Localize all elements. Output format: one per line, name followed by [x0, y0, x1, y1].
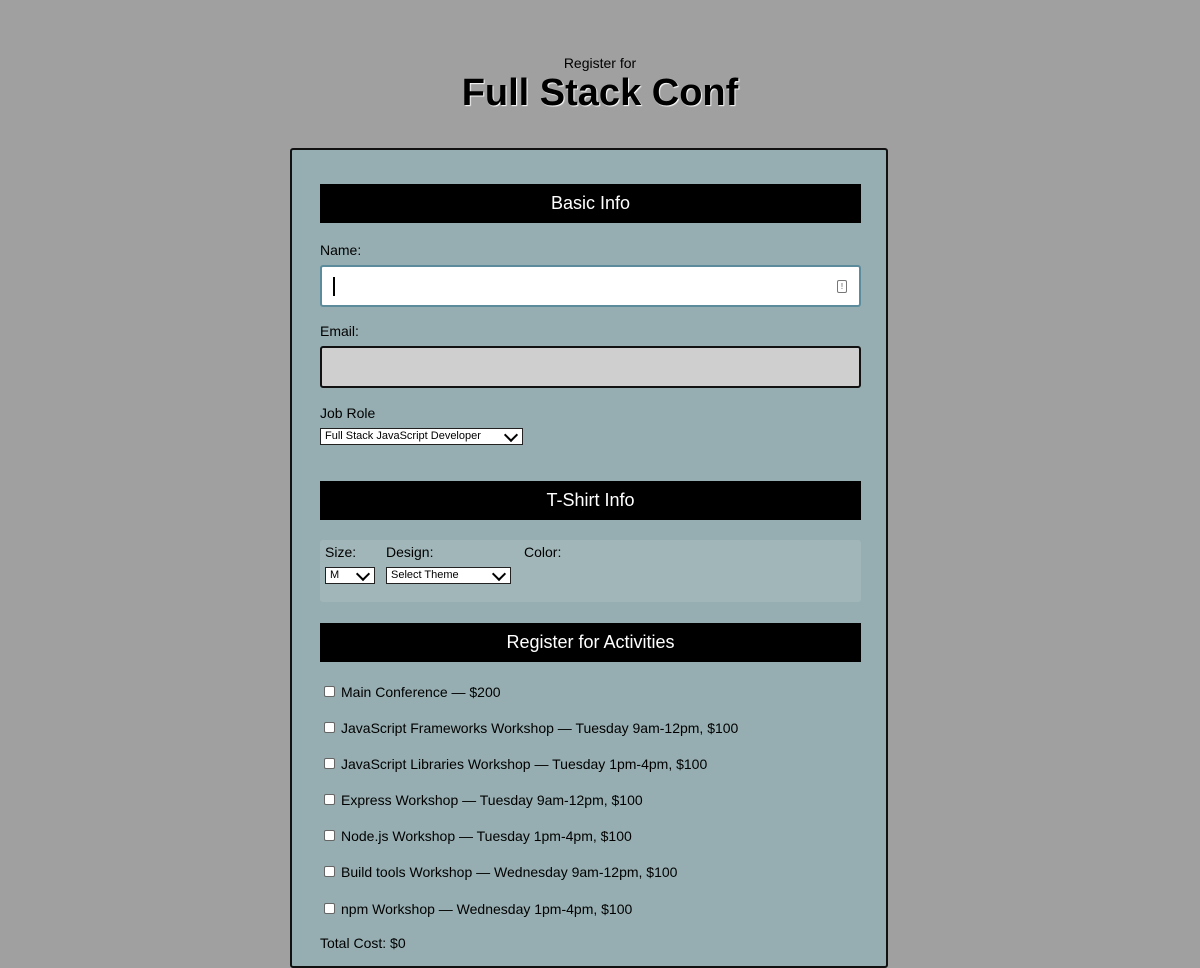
text-caret	[333, 277, 335, 296]
activity-checkbox[interactable]	[324, 903, 335, 914]
chevron-down-icon	[503, 429, 519, 443]
activity-label: Main Conference — $200	[341, 684, 501, 700]
total-cost: Total Cost: $0	[320, 935, 406, 951]
design-select[interactable]: Select Theme	[386, 567, 511, 584]
job-role-selected-value: Full Stack JavaScript Developer	[325, 430, 481, 442]
activity-label: Express Workshop — Tuesday 9am-12pm, $10…	[341, 792, 643, 808]
activity-checkbox[interactable]	[324, 758, 335, 769]
activity-label: JavaScript Libraries Workshop — Tuesday …	[341, 756, 708, 772]
size-label: Size:	[325, 544, 357, 560]
registration-form: Basic Info Name: ! Email: Job Role Full …	[290, 148, 888, 968]
page-title: Full Stack Conf	[461, 72, 739, 114]
name-label: Name:	[320, 242, 362, 258]
email-label: Email:	[320, 323, 359, 339]
activities-heading: Register for Activities	[320, 623, 861, 662]
autofill-contact-icon[interactable]: !	[837, 280, 847, 293]
design-selected-value: Select Theme	[391, 569, 459, 581]
tshirt-info-heading: T-Shirt Info	[320, 481, 861, 520]
color-label: Color:	[524, 544, 562, 560]
page-subtitle: Register for	[563, 55, 637, 71]
activity-label: Node.js Workshop — Tuesday 1pm-4pm, $100	[341, 828, 632, 844]
activity-label: JavaScript Frameworks Workshop — Tuesday…	[341, 720, 739, 736]
activity-checkbox[interactable]	[324, 794, 335, 805]
activity-checkbox[interactable]	[324, 722, 335, 733]
name-field[interactable]: !	[320, 265, 861, 307]
activity-checkbox[interactable]	[324, 830, 335, 841]
chevron-down-icon	[355, 568, 371, 582]
basic-info-heading: Basic Info	[320, 184, 861, 223]
activity-label: npm Workshop — Wednesday 1pm-4pm, $100	[341, 901, 633, 917]
tshirt-options-panel: Size: M Design: Select Theme Color:	[320, 540, 861, 602]
size-select[interactable]: M	[325, 567, 375, 584]
chevron-down-icon	[491, 568, 507, 582]
job-role-select[interactable]: Full Stack JavaScript Developer	[320, 428, 523, 445]
activity-label: Build tools Workshop — Wednesday 9am-12p…	[341, 864, 678, 880]
activity-checkbox[interactable]	[324, 686, 335, 697]
job-role-label: Job Role	[320, 405, 376, 421]
page-header: Register for Full Stack Conf	[0, 54, 1200, 114]
size-selected-value: M	[330, 569, 340, 581]
design-label: Design:	[386, 544, 434, 560]
activity-checkbox[interactable]	[324, 866, 335, 877]
email-field[interactable]	[320, 346, 861, 388]
